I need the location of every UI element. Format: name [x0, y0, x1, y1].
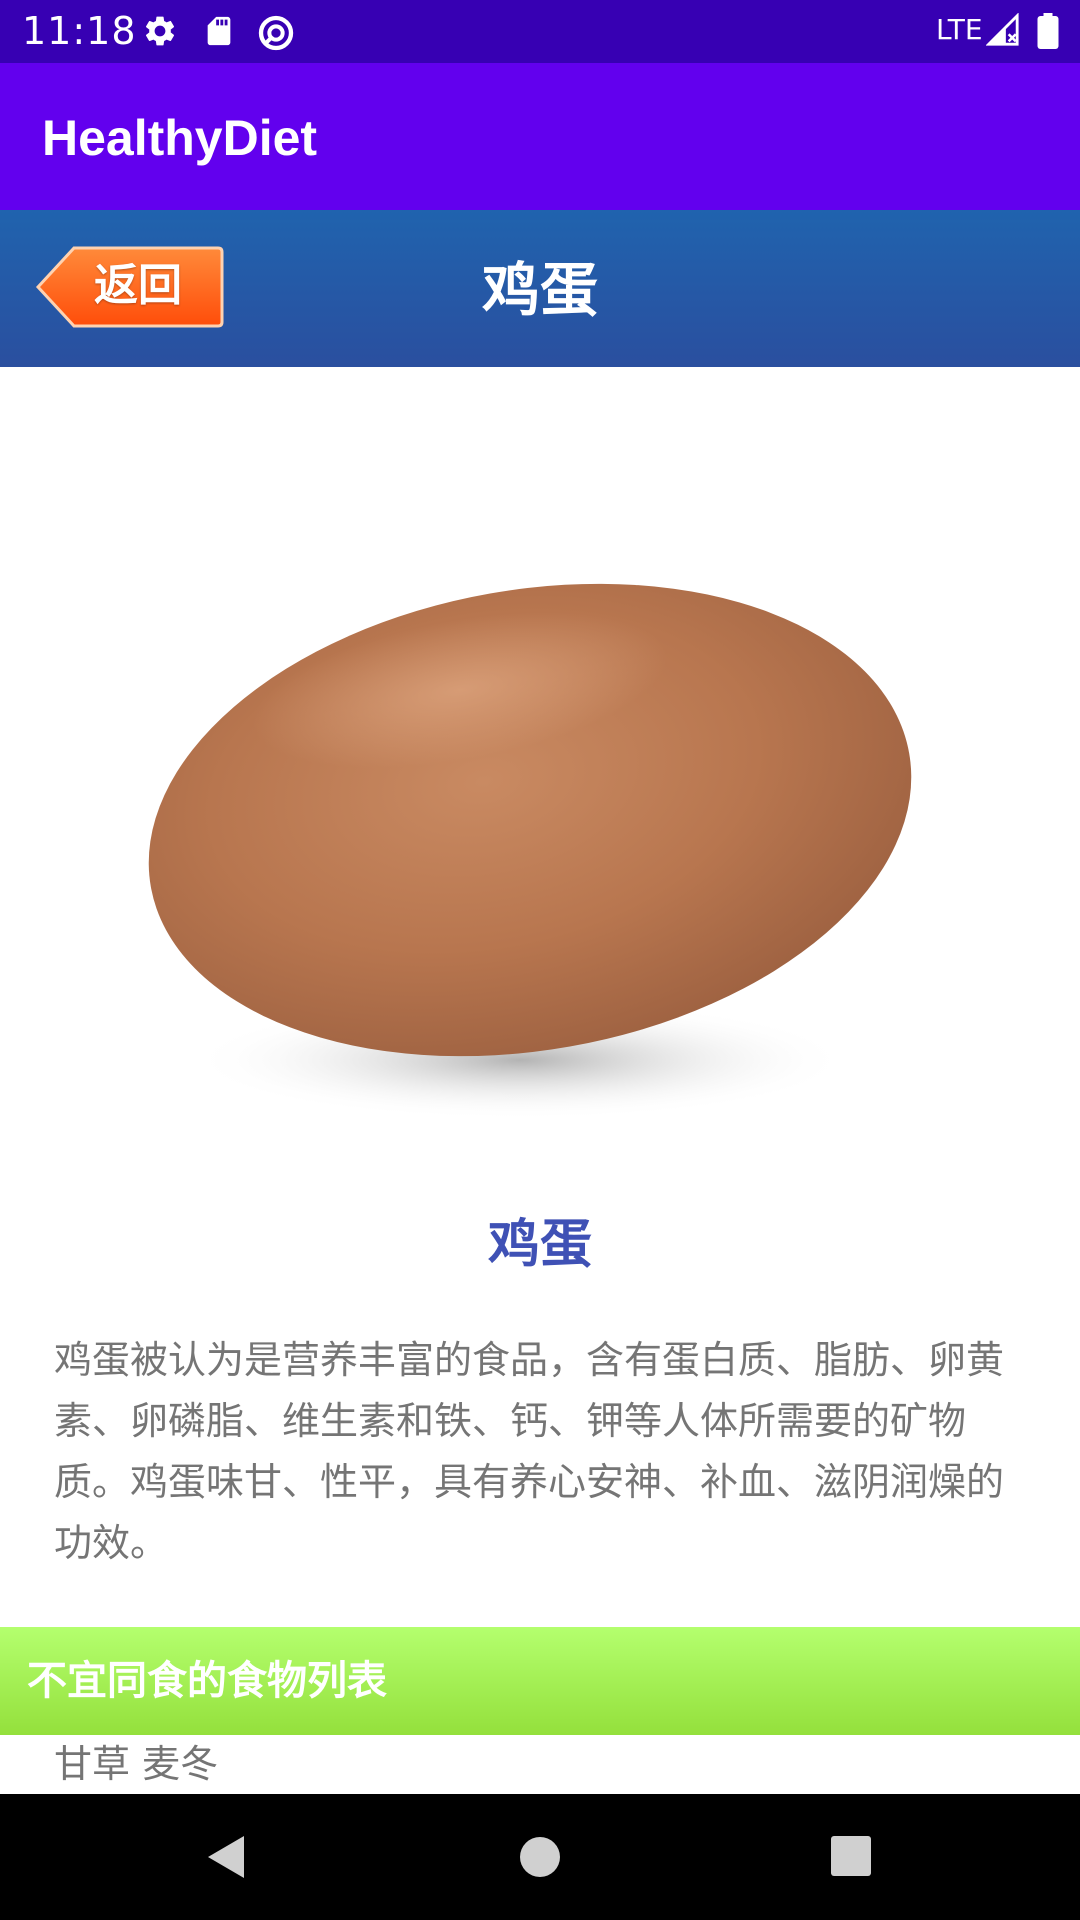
home-icon[interactable] [519, 1836, 561, 1878]
avoid-foods-list: 甘草 麦冬 [54, 1742, 219, 1786]
navigation-bar [0, 1794, 1080, 1920]
food-description: 鸡蛋被认为是营养丰富的食品，含有蛋白质、脂肪、卵黄素、卵磷脂、维生素和铁、钙、钾… [54, 1338, 1005, 1565]
signal-icon [986, 13, 1019, 46]
egg-photo [148, 583, 912, 1120]
app-title: HealthyDiet [42, 110, 318, 166]
network-type: LTE [936, 13, 983, 46]
avoid-foods-title: 不宜同食的食物列表 [27, 1658, 387, 1704]
status-bar: 11:18 LTE [0, 0, 1080, 63]
gear-icon [145, 16, 175, 46]
battery-icon [1037, 13, 1059, 49]
app-bar: HealthyDiet [0, 63, 1080, 210]
avoid-foods-header: 不宜同食的食物列表 [0, 1627, 1080, 1735]
page-title: 鸡蛋 [481, 256, 598, 324]
sd-card-icon [207, 16, 231, 46]
status-time: 11:18 [22, 9, 137, 53]
back-icon[interactable] [204, 1832, 248, 1882]
food-name: 鸡蛋 [487, 1215, 592, 1275]
data-saver-icon [258, 15, 294, 51]
recents-icon[interactable] [831, 1836, 871, 1876]
